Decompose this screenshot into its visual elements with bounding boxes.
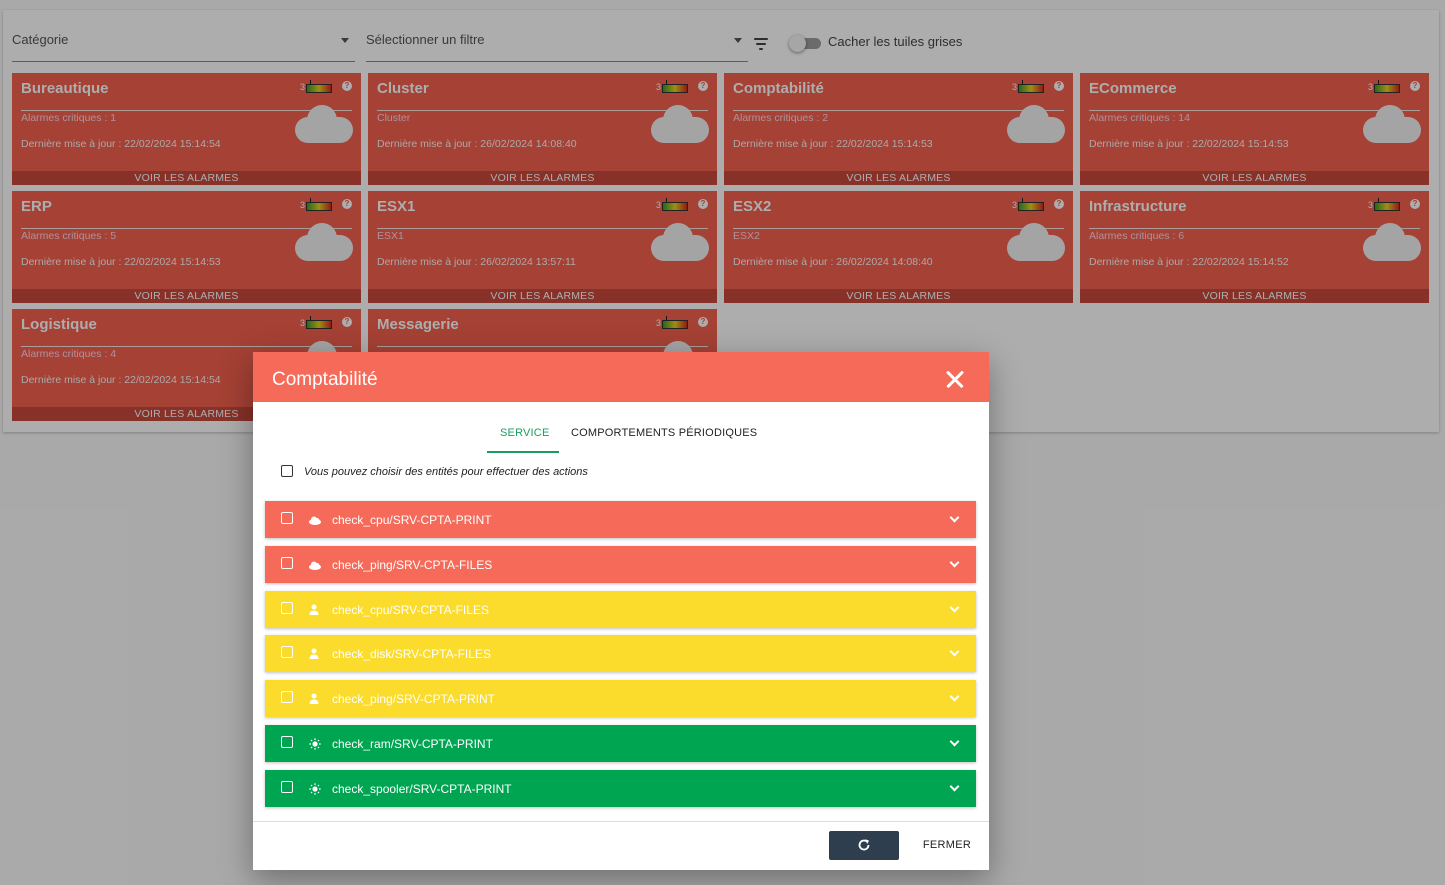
service-row-critical[interactable]: check_cpu/SRV-CPTA-PRINT — [265, 501, 976, 538]
chevron-down-icon[interactable] — [949, 512, 960, 523]
service-row-label: check_spooler/SRV-CPTA-PRINT — [332, 781, 512, 796]
service-dialog: Comptabilité SERVICE COMPORTEMENTS PÉRIO… — [253, 352, 989, 870]
chevron-down-icon[interactable] — [949, 557, 960, 568]
service-row-label: check_ping/SRV-CPTA-PRINT — [332, 692, 495, 707]
tab-periodic-behaviors[interactable]: COMPORTEMENTS PÉRIODIQUES — [571, 427, 757, 439]
close-icon[interactable] — [943, 367, 967, 391]
service-row-checkbox[interactable] — [281, 736, 293, 748]
service-row-minor[interactable]: check_cpu/SRV-CPTA-FILES — [265, 590, 976, 628]
footer-divider — [253, 821, 989, 822]
tab-service[interactable]: SERVICE — [500, 427, 550, 439]
service-row-checkbox[interactable] — [281, 691, 293, 704]
person-icon — [309, 604, 321, 615]
select-all-checkbox[interactable] — [281, 465, 293, 477]
refresh-button[interactable] — [829, 831, 899, 860]
dialog-header: Comptabilité — [253, 352, 989, 402]
service-row-minor[interactable]: check_disk/SRV-CPTA-FILES — [265, 635, 976, 673]
service-row-ok[interactable]: check_ram/SRV-CPTA-PRINT — [265, 725, 976, 762]
chevron-down-icon[interactable] — [949, 691, 960, 702]
selection-hint: Vous pouvez choisir des entités pour eff… — [304, 466, 588, 478]
service-row-checkbox[interactable] — [281, 556, 293, 569]
service-row-label: check_disk/SRV-CPTA-FILES — [332, 647, 491, 662]
sun-icon — [309, 783, 321, 795]
service-row-label: check_cpu/SRV-CPTA-FILES — [332, 602, 489, 617]
service-row-checkbox[interactable] — [281, 601, 293, 614]
service-row-label: check_cpu/SRV-CPTA-PRINT — [332, 513, 492, 527]
chevron-down-icon[interactable] — [949, 736, 960, 747]
dialog-title: Comptabilité — [272, 369, 378, 390]
service-row-label: check_ping/SRV-CPTA-FILES — [332, 557, 493, 572]
chevron-down-icon[interactable] — [949, 646, 960, 657]
sun-icon — [309, 738, 321, 750]
person-icon — [309, 693, 321, 705]
service-row-checkbox[interactable] — [281, 512, 293, 524]
service-row-ok[interactable]: check_spooler/SRV-CPTA-PRINT — [265, 769, 976, 807]
chevron-down-icon[interactable] — [949, 602, 960, 613]
close-button[interactable]: FERMER — [919, 831, 975, 860]
service-row-label: check_ram/SRV-CPTA-PRINT — [332, 737, 493, 751]
chevron-down-icon[interactable] — [949, 781, 960, 792]
cloud-icon — [309, 514, 321, 525]
service-row-checkbox[interactable] — [281, 646, 293, 659]
service-row-checkbox[interactable] — [281, 780, 293, 793]
refresh-icon — [858, 839, 870, 851]
cloud-icon — [309, 559, 321, 570]
active-tab-indicator — [487, 451, 559, 453]
service-row-critical[interactable]: check_ping/SRV-CPTA-FILES — [265, 545, 976, 583]
person-icon — [309, 648, 321, 660]
service-row-minor[interactable]: check_ping/SRV-CPTA-PRINT — [265, 680, 976, 718]
